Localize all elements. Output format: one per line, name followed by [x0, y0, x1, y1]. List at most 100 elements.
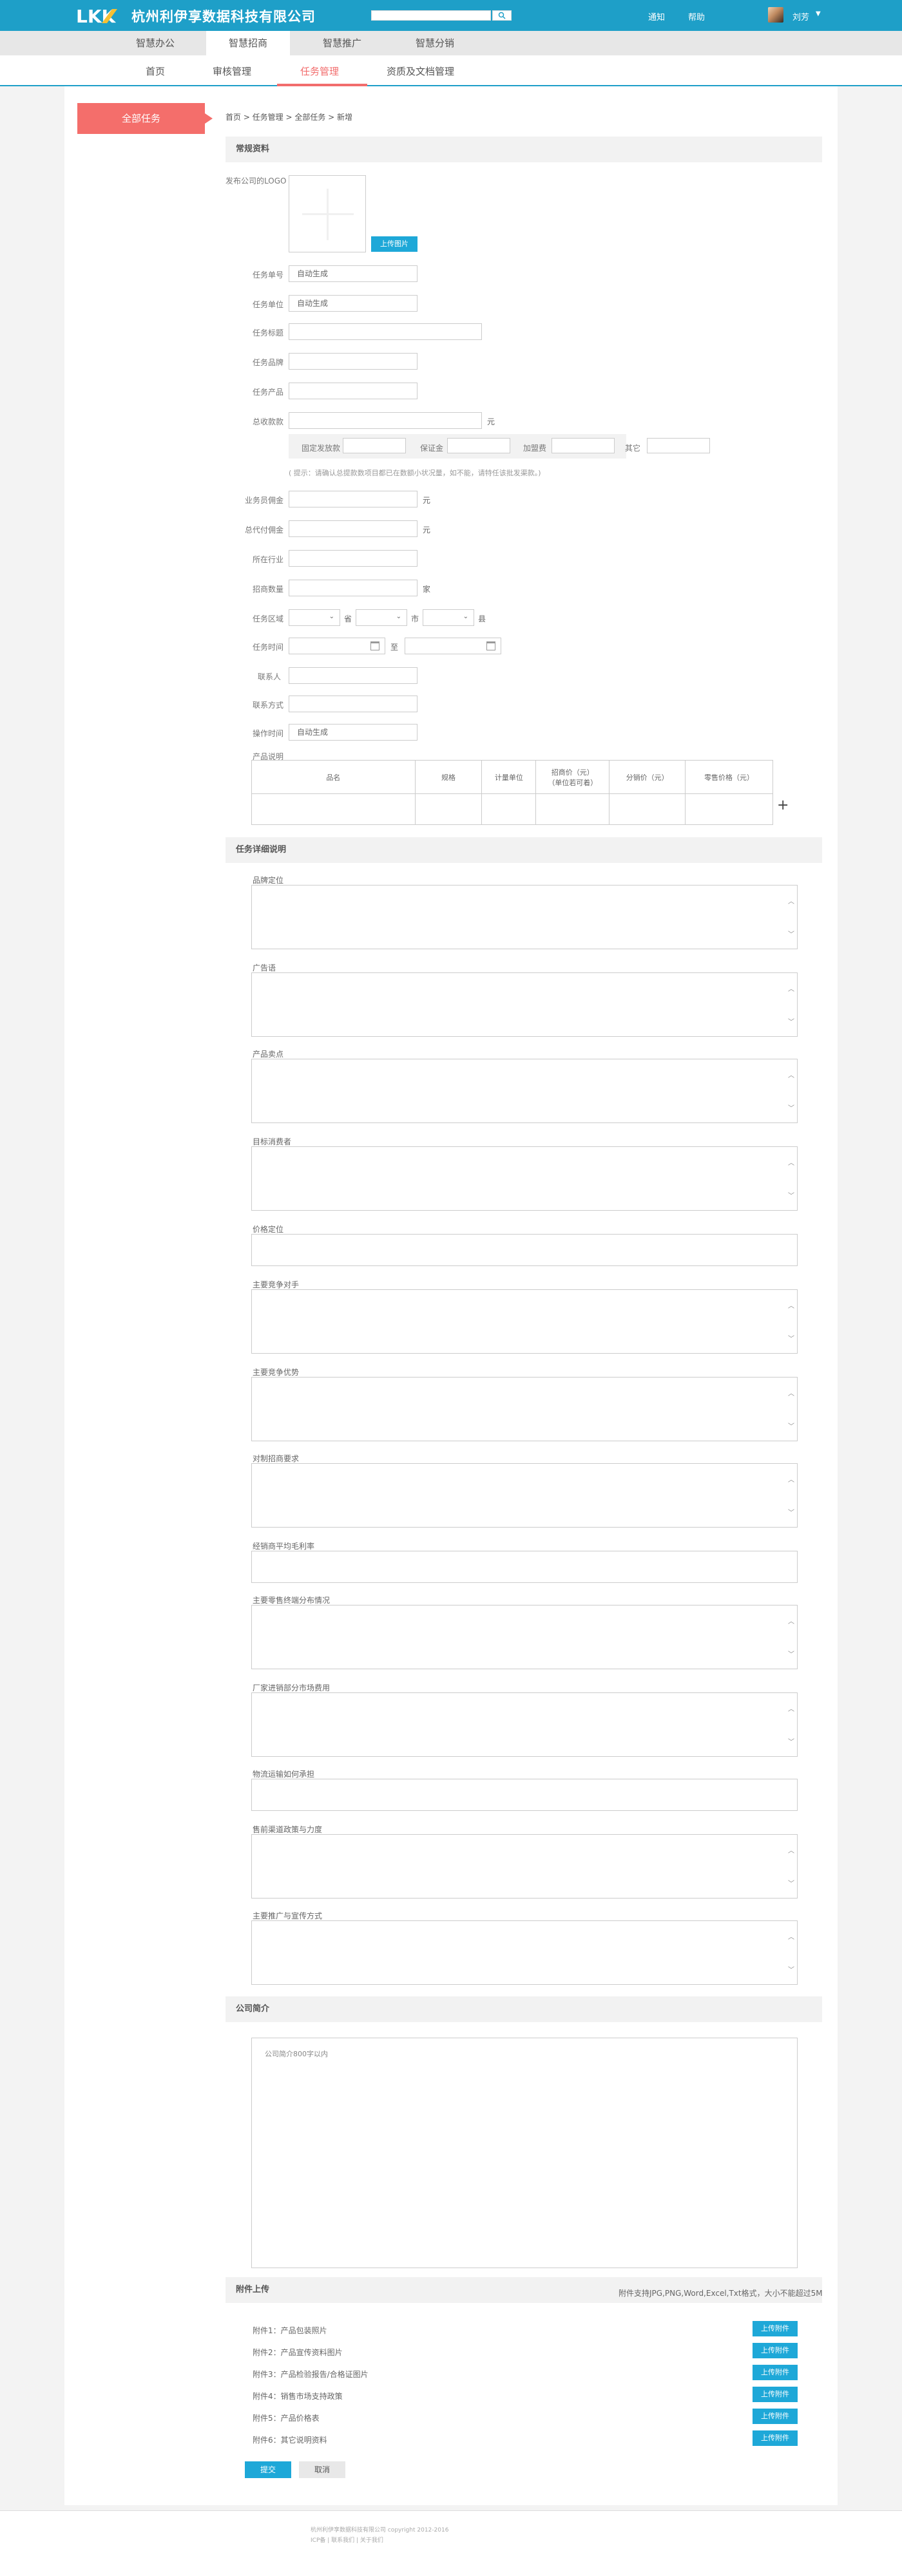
gross-margin-textarea[interactable]: [251, 1551, 798, 1583]
upload-attachment-button[interactable]: 上传附件: [753, 2409, 798, 2424]
upload-attachment-button[interactable]: 上传附件: [753, 2365, 798, 2380]
field-label: 经销商平均毛利率: [253, 1542, 315, 1551]
tab-smart-recruit[interactable]: 智慧招商: [206, 31, 290, 55]
upload-attachment-button[interactable]: 上传附件: [753, 2430, 798, 2446]
agent-reward-label: 总代付佣金: [245, 526, 284, 535]
reward-input[interactable]: [289, 412, 482, 429]
logistics-textarea[interactable]: [251, 1779, 798, 1811]
upload-attachment-button[interactable]: 上传附件: [753, 2321, 798, 2336]
chevron-down-icon: ⌄: [329, 613, 334, 620]
subnav-task[interactable]: 任务管理: [300, 64, 339, 78]
search-input[interactable]: [371, 10, 491, 21]
promotion-textarea[interactable]: ︿ ﹀: [251, 1920, 798, 1985]
end-date-input[interactable]: [405, 638, 501, 654]
calendar-icon: [486, 641, 495, 650]
tab-smart-promote[interactable]: 智慧推广: [300, 31, 384, 55]
recruit-requirement-textarea[interactable]: ︿ ﹀: [251, 1463, 798, 1528]
agent-reward-input[interactable]: [289, 520, 417, 537]
cancel-button[interactable]: 取消: [299, 2461, 345, 2478]
cell-unit[interactable]: [481, 793, 537, 825]
cell-distribute-price[interactable]: [609, 793, 686, 825]
target-consumer-textarea[interactable]: ︿ ﹀: [251, 1146, 798, 1211]
slogan-textarea[interactable]: ︿ ﹀: [251, 972, 798, 1037]
advantages-textarea[interactable]: ︿ ﹀: [251, 1377, 798, 1441]
channel-policy-textarea[interactable]: ︿ ﹀: [251, 1834, 798, 1899]
cell-retail-price[interactable]: [685, 793, 773, 825]
chevron-down-icon[interactable]: ▼: [816, 10, 821, 17]
avatar[interactable]: [768, 7, 783, 23]
retail-distribution-textarea[interactable]: ︿ ﹀: [251, 1605, 798, 1669]
market-expense-textarea[interactable]: ︿ ﹀: [251, 1692, 798, 1757]
help-link[interactable]: 帮助: [688, 10, 705, 23]
chevron-down-icon: ﹀: [788, 931, 794, 938]
brand-position-textarea[interactable]: ︿ ﹀: [251, 885, 798, 949]
contact-input[interactable]: [289, 667, 417, 684]
subnav-review[interactable]: 审核管理: [213, 64, 251, 78]
agent-reward-unit: 元: [423, 526, 431, 535]
add-row-icon[interactable]: +: [777, 797, 789, 813]
field-label: 广告语: [253, 963, 276, 972]
fee2-label: 保证金: [420, 444, 444, 453]
fee2-input[interactable]: [447, 438, 510, 453]
chevron-up-icon: ︿: [788, 1618, 794, 1625]
fee4-label: 其它: [625, 444, 641, 453]
field-label: 主要竞争优势: [253, 1368, 300, 1377]
upload-image-button[interactable]: 上传图片: [371, 236, 417, 252]
price-position-textarea[interactable]: [251, 1234, 798, 1266]
field-label: 价格定位: [253, 1225, 284, 1234]
header-spec: 规格: [414, 760, 483, 794]
cell-name[interactable]: [251, 793, 416, 825]
city-select[interactable]: ⌄: [356, 609, 407, 626]
chevron-up-icon: ︿: [788, 1160, 794, 1167]
footer-links[interactable]: ICP备 | 联系我们 | 关于我们: [311, 2535, 383, 2544]
subnav-docs[interactable]: 资质及文档管理: [387, 64, 454, 78]
attachment-label: 附件2：产品宣传资料图片: [253, 2348, 343, 2357]
sales-reward-input[interactable]: [289, 491, 417, 507]
tab-smart-office[interactable]: 智慧办公: [113, 31, 197, 55]
cell-recruit-price[interactable]: [535, 793, 610, 825]
start-date-input[interactable]: [289, 638, 385, 654]
cell-spec[interactable]: [414, 793, 483, 825]
province-select[interactable]: ⌄: [289, 609, 340, 626]
industry-input[interactable]: [289, 550, 417, 567]
attachment-label: 附件6：其它说明资料: [253, 2436, 327, 2445]
task-unit-field: 自动生成: [289, 295, 417, 312]
selling-point-textarea[interactable]: ︿ ﹀: [251, 1059, 798, 1123]
upload-attachment-button[interactable]: 上传附件: [753, 2387, 798, 2402]
chevron-down-icon: ﹀: [788, 1193, 794, 1200]
logo-icon[interactable]: LKK: [76, 5, 122, 26]
competitors-textarea[interactable]: ︿ ﹀: [251, 1289, 798, 1354]
field-label: 厂家进销部分市场费用: [253, 1683, 331, 1692]
contact-way-input[interactable]: [289, 696, 417, 712]
fee4-input[interactable]: [647, 438, 710, 453]
field-label: 物流运输如何承担: [253, 1770, 315, 1779]
sales-reward-unit: 元: [423, 496, 431, 505]
chevron-down-icon: ﹀: [788, 1336, 794, 1343]
field-label: 对制招商要求: [253, 1454, 300, 1463]
recruit-count-input[interactable]: [289, 580, 417, 596]
district-select[interactable]: ⌄: [423, 609, 474, 626]
fee3-label: 加盟费: [523, 444, 547, 453]
recruit-count-unit: 家: [423, 585, 431, 594]
notify-link[interactable]: 通知: [648, 10, 665, 23]
task-brand-input[interactable]: [289, 353, 417, 370]
field-label: 主要推广与宣传方式: [253, 1911, 323, 1920]
logo-upload-box[interactable]: [289, 175, 366, 252]
submit-button[interactable]: 提交: [245, 2461, 291, 2478]
chevron-down-icon: ﹀: [788, 1510, 794, 1517]
subnav-home[interactable]: 首页: [146, 64, 165, 78]
chevron-up-icon: ︿: [788, 1934, 794, 1941]
user-name[interactable]: 刘芳: [792, 10, 809, 23]
chevron-down-icon: ⌄: [396, 613, 401, 620]
fee1-input[interactable]: [343, 438, 406, 453]
task-no-label: 任务单号: [253, 270, 284, 279]
task-product-input[interactable]: [289, 383, 417, 399]
task-title-input[interactable]: [289, 323, 482, 340]
company-intro-textarea[interactable]: 公司简介800字以内: [251, 2038, 798, 2268]
all-tasks-button[interactable]: 全部任务: [77, 103, 205, 134]
tab-smart-distribute[interactable]: 智慧分销: [393, 31, 477, 55]
reward-unit: 元: [487, 417, 495, 426]
upload-attachment-button[interactable]: 上传附件: [753, 2343, 798, 2358]
search-icon[interactable]: [492, 10, 512, 21]
fee3-input[interactable]: [552, 438, 615, 453]
